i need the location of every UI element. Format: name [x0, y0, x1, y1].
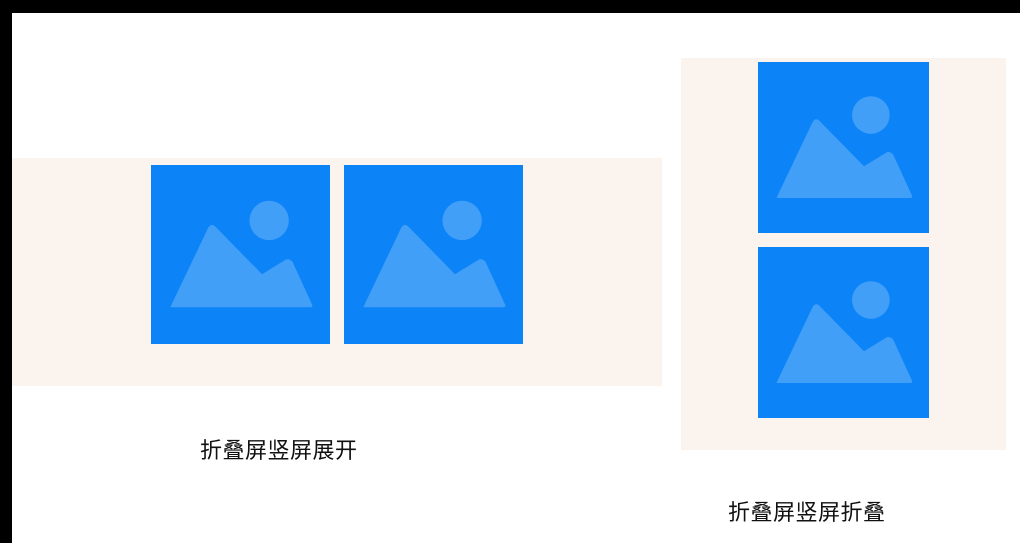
expanded-layout-panel	[12, 158, 662, 386]
folded-layout-panel	[681, 58, 1006, 450]
expanded-caption: 折叠屏竖屏展开	[200, 439, 358, 464]
expanded-image-tile-2	[344, 165, 523, 344]
diagram-canvas: 折叠屏竖屏展开 折叠屏竖屏折叠	[12, 13, 1020, 543]
image-placeholder-icon	[170, 200, 313, 308]
image-placeholder-icon	[776, 96, 913, 198]
folded-caption: 折叠屏竖屏折叠	[728, 501, 886, 526]
folded-image-tile-1	[758, 62, 929, 233]
folded-image-tile-2	[758, 247, 929, 418]
expanded-image-tile-1	[151, 165, 330, 344]
image-placeholder-icon	[776, 281, 913, 383]
image-placeholder-icon	[363, 200, 506, 308]
